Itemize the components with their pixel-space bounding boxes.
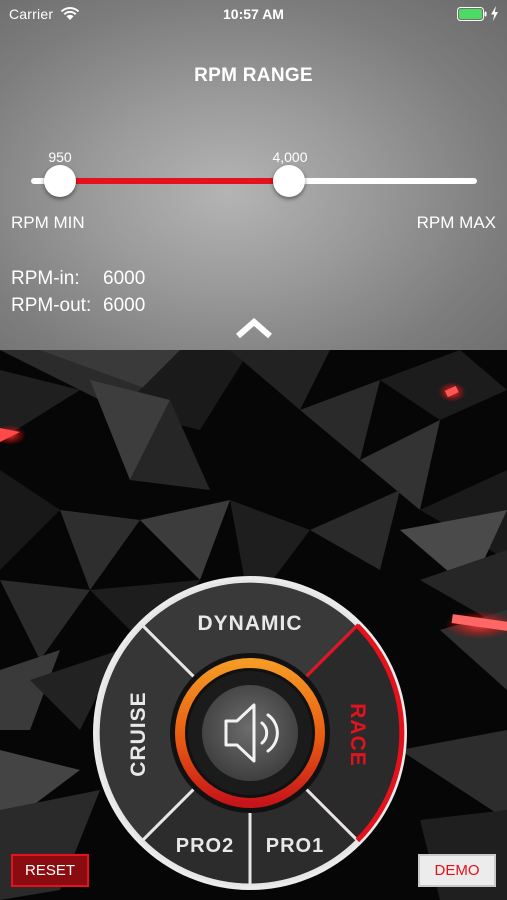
rpm-max-label: RPM MAX bbox=[416, 213, 496, 232]
rpm-min-value: 950 bbox=[48, 149, 72, 165]
status-bar: Carrier 10:57 AM bbox=[0, 0, 507, 28]
mode-label-pro2: PRO2 bbox=[175, 835, 235, 857]
demo-button[interactable]: DEMO bbox=[418, 854, 496, 887]
mode-label-cruise: CRUISE bbox=[127, 691, 150, 777]
reset-button[interactable]: RESET bbox=[11, 854, 89, 887]
rpm-range-title: RPM RANGE bbox=[194, 65, 313, 86]
clock: 10:57 AM bbox=[223, 6, 284, 22]
mode-label-race: RACE bbox=[346, 703, 369, 767]
rpm-in-readout: RPM-in: 6000 bbox=[11, 268, 145, 290]
rpm-out-label: RPM-out: bbox=[11, 295, 92, 316]
rpm-max-slider-handle[interactable] bbox=[273, 165, 305, 197]
rpm-min-slider-handle[interactable] bbox=[44, 165, 76, 197]
rpm-min-label: RPM MIN bbox=[11, 213, 85, 232]
charging-bolt-icon bbox=[491, 6, 498, 21]
rpm-settings-panel: Carrier 10:57 AM RPM RANGE 950 4,000 RPM… bbox=[0, 0, 507, 350]
rpm-in-label: RPM-in: bbox=[11, 268, 80, 289]
battery-icon bbox=[457, 7, 487, 21]
rpm-max-value: 4,000 bbox=[272, 149, 308, 165]
rpm-out-value: 6000 bbox=[103, 295, 146, 316]
rpm-slider-selected-range bbox=[60, 178, 290, 184]
rpm-out-readout: RPM-out: 6000 bbox=[11, 295, 145, 317]
chevron-up-icon[interactable] bbox=[234, 316, 274, 340]
rpm-in-value: 6000 bbox=[103, 268, 146, 289]
mode-label-pro1: PRO1 bbox=[265, 835, 325, 857]
mode-label-dynamic: DYNAMIC bbox=[197, 612, 303, 635]
